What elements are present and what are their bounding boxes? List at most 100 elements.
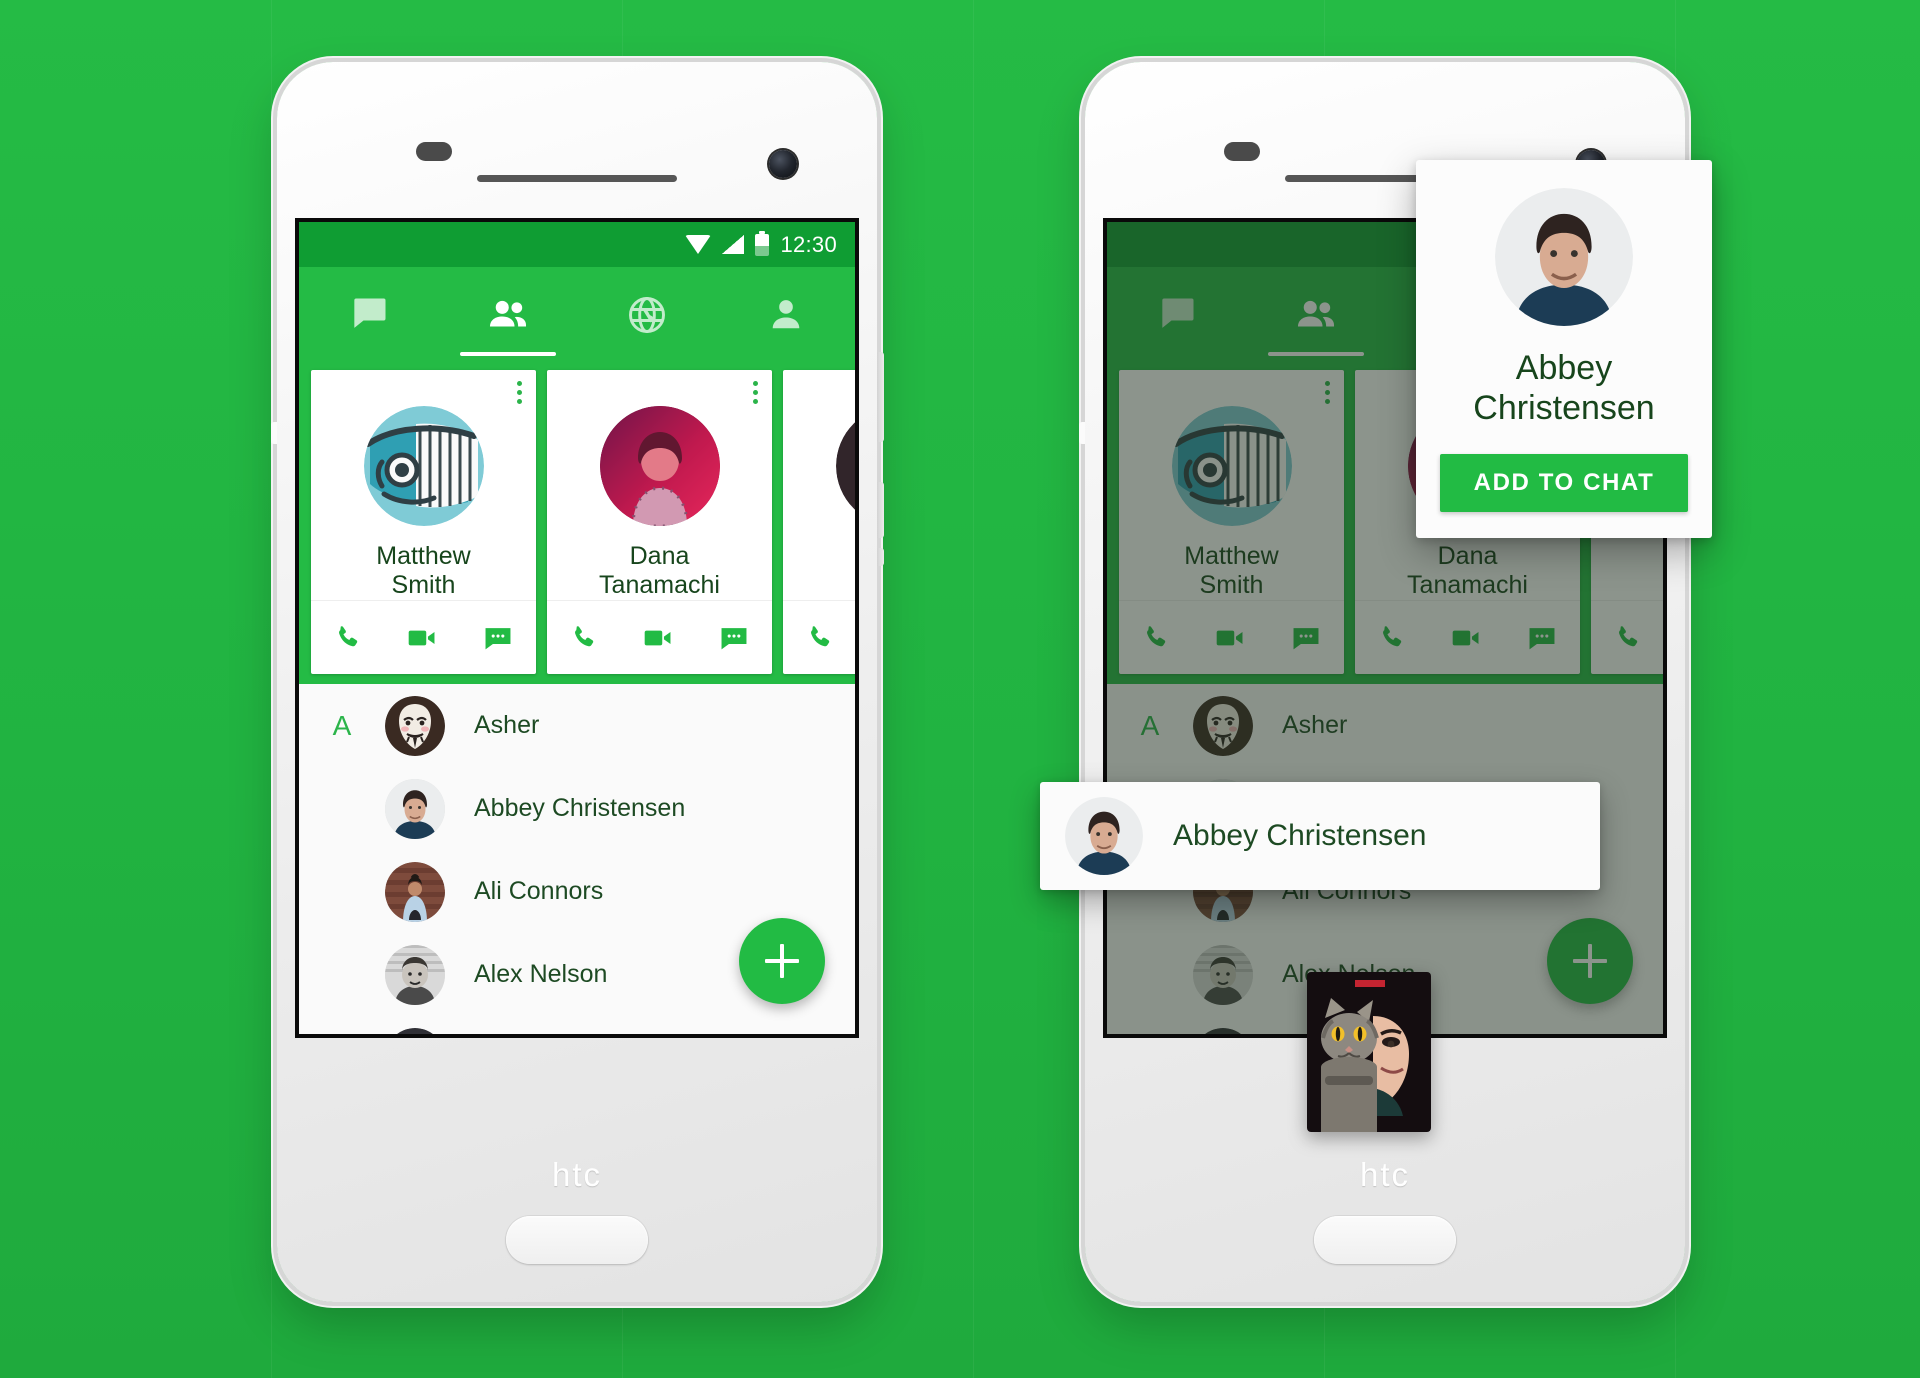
avatar xyxy=(1193,944,1253,1005)
chat-bubble-icon xyxy=(1161,298,1193,328)
frame-nub xyxy=(271,422,277,444)
phone-left: 12:30 Matthew Smith Dana Tanamachi A Ash… xyxy=(271,62,884,1302)
drag-chip-name: Abbey Christensen xyxy=(1173,819,1427,852)
avatar xyxy=(1193,695,1253,756)
kebab-menu-icon[interactable] xyxy=(1325,381,1330,404)
list-item[interactable]: Anthony Stevens xyxy=(299,1016,855,1034)
favorite-card-partial[interactable] xyxy=(783,370,855,674)
cat-photo-thumbnail xyxy=(1307,972,1431,1132)
phone-icon[interactable] xyxy=(1376,622,1408,654)
contact-list[interactable]: A Asher Abbey Christensen Ali Connors Al… xyxy=(299,684,855,1034)
phone-icon[interactable] xyxy=(1140,622,1172,654)
favorite-actions xyxy=(783,600,855,674)
proximity-sensor xyxy=(416,142,452,161)
favorite-actions xyxy=(547,600,772,674)
tab-contacts[interactable] xyxy=(438,267,577,362)
avatar xyxy=(835,406,855,526)
avatar xyxy=(385,778,445,839)
profile-name: Abbey Christensen xyxy=(1440,348,1688,428)
tab-contacts[interactable] xyxy=(1246,267,1385,362)
tab-profile[interactable] xyxy=(716,267,855,362)
kebab-menu-icon[interactable] xyxy=(517,381,522,404)
favorites-strip[interactable]: Matthew Smith Dana Tanamachi xyxy=(299,362,855,684)
contact-name: Ali Connors xyxy=(474,877,604,905)
contact-name: Asher xyxy=(474,711,540,739)
tab-chats[interactable] xyxy=(1107,267,1246,362)
person-icon xyxy=(772,299,799,328)
phone-icon[interactable] xyxy=(1612,622,1644,654)
message-icon[interactable] xyxy=(481,621,515,655)
status-bar: 12:30 xyxy=(299,222,855,267)
avatar xyxy=(1193,1027,1253,1034)
contact-name: Abbey Christensen xyxy=(474,794,686,822)
favorite-actions xyxy=(1591,600,1663,674)
contact-name: Asher xyxy=(1282,711,1348,739)
earpiece-speaker xyxy=(477,175,677,182)
sim-tray xyxy=(877,548,884,566)
list-item[interactable]: A Asher xyxy=(1107,684,1663,767)
message-icon[interactable] xyxy=(1525,621,1559,655)
phone-icon[interactable] xyxy=(804,622,836,654)
section-letter: A xyxy=(332,709,352,741)
favorite-actions xyxy=(1355,600,1580,674)
kebab-menu-icon[interactable] xyxy=(753,381,758,404)
status-time: 12:30 xyxy=(780,231,837,257)
avatar xyxy=(1495,188,1633,326)
favorite-name: Dana Tanamachi xyxy=(1361,542,1574,600)
avatar xyxy=(1172,406,1292,526)
profile-popup[interactable]: Abbey Christensen ADD TO CHAT xyxy=(1416,160,1712,539)
favorite-card[interactable]: Matthew Smith xyxy=(311,370,536,674)
proximity-sensor xyxy=(1224,142,1260,161)
favorite-name-line1: Dana xyxy=(629,542,690,570)
favorite-name xyxy=(1597,542,1663,571)
favorite-name: Dana Tanamachi xyxy=(553,542,766,600)
volume-button[interactable] xyxy=(877,352,884,442)
favorite-card[interactable]: Dana Tanamachi xyxy=(547,370,772,674)
favorite-actions xyxy=(311,600,536,674)
favorite-card[interactable]: Matthew Smith xyxy=(1119,370,1344,674)
tab-bar xyxy=(299,267,855,362)
power-button[interactable] xyxy=(877,482,884,538)
screen-left: 12:30 Matthew Smith Dana Tanamachi A Ash… xyxy=(299,222,855,1034)
battery-icon xyxy=(755,230,770,256)
list-item[interactable]: Abbey Christensen xyxy=(299,767,855,850)
favorite-name: Matthew Smith xyxy=(317,542,530,600)
video-icon[interactable] xyxy=(1213,621,1247,655)
people-icon xyxy=(1297,300,1334,326)
plus-icon xyxy=(1573,944,1607,978)
avatar xyxy=(385,1027,445,1034)
list-item[interactable]: A Asher xyxy=(299,684,855,767)
favorite-name: Matthew Smith xyxy=(1125,542,1338,600)
avatar xyxy=(364,406,484,526)
phone-icon[interactable] xyxy=(568,622,600,654)
favorite-name-line2: Tanamachi xyxy=(1407,571,1528,599)
video-icon[interactable] xyxy=(405,621,439,655)
avatar xyxy=(385,944,445,1005)
globe-icon xyxy=(628,296,665,333)
video-icon[interactable] xyxy=(1449,621,1483,655)
add-contact-fab[interactable] xyxy=(739,918,825,1004)
drag-chip-abbey-christensen[interactable]: Abbey Christensen xyxy=(1040,782,1600,890)
message-icon[interactable] xyxy=(717,621,751,655)
home-button[interactable] xyxy=(1314,1216,1456,1264)
home-button[interactable] xyxy=(506,1216,648,1264)
signal-icon xyxy=(722,235,745,254)
favorite-name-line1: Dana xyxy=(1437,542,1498,570)
avatar xyxy=(385,861,445,922)
tab-chats[interactable] xyxy=(299,267,438,362)
people-icon xyxy=(489,300,526,326)
add-contact-fab[interactable] xyxy=(1547,918,1633,1004)
profile-name-line1: Abbey xyxy=(1515,349,1613,387)
plus-icon xyxy=(765,944,799,978)
favorite-name-line1: Matthew xyxy=(1184,542,1279,570)
tab-explore[interactable] xyxy=(577,267,716,362)
chat-bubble-icon xyxy=(353,298,385,328)
phone-icon[interactable] xyxy=(332,622,364,654)
front-camera xyxy=(769,150,797,178)
message-icon[interactable] xyxy=(1289,621,1323,655)
avatar xyxy=(599,406,720,526)
video-icon[interactable] xyxy=(641,621,675,655)
avatar xyxy=(385,695,445,756)
wifi-icon xyxy=(685,235,712,254)
add-to-chat-button[interactable]: ADD TO CHAT xyxy=(1440,454,1688,513)
